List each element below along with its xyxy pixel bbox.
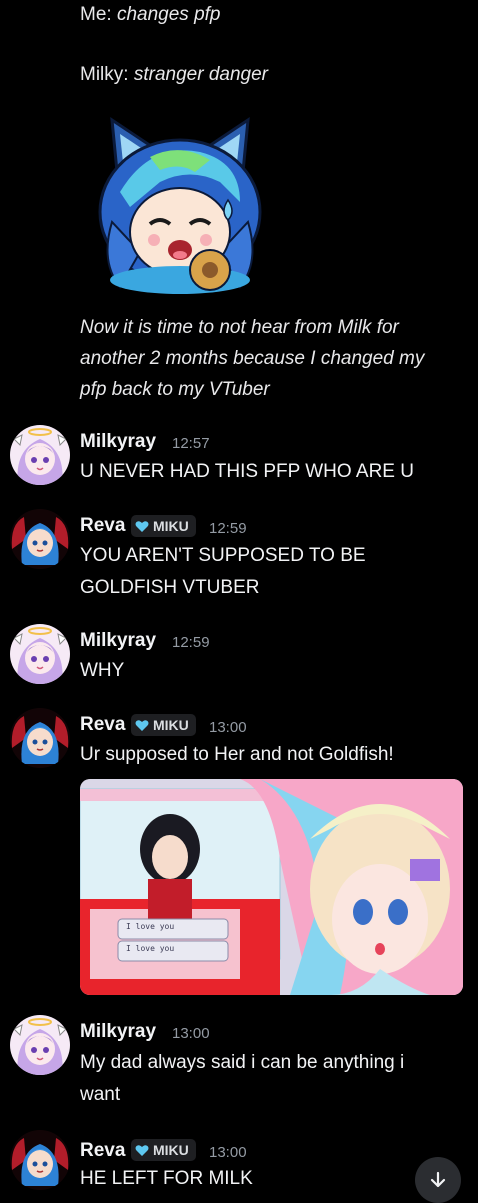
message-text: Ur supposed to Her and not Goldfish! (80, 744, 394, 765)
message-author[interactable]: Reva (80, 515, 125, 537)
milkyray-avatar (10, 425, 70, 485)
anime-artwork (80, 779, 463, 995)
reva-avatar (10, 1130, 70, 1190)
message-text: YOU AREN'T SUPPOSED TO BE (80, 545, 366, 566)
milkyray-avatar (10, 624, 70, 684)
avatar[interactable] (10, 509, 70, 569)
message-author[interactable]: Milkyray (80, 431, 156, 453)
message-author[interactable]: Milkyray (80, 1021, 156, 1043)
avatar[interactable] (10, 1015, 70, 1075)
chat-bubble: I love you (126, 944, 175, 953)
heart-icon (135, 520, 149, 532)
message-timestamp: 12:59 (209, 520, 247, 537)
note-line-3: pfp back to my VTuber (80, 379, 270, 400)
avatar[interactable] (10, 708, 70, 768)
note-line-2: another 2 months because I changed my (80, 348, 425, 369)
avatar[interactable] (10, 624, 70, 684)
role-badge[interactable]: MIKU (131, 515, 196, 537)
message-timestamp: 12:59 (172, 634, 210, 651)
cat-vtuber-sticker (98, 116, 262, 294)
heart-icon (135, 719, 149, 731)
chat-bubble: I love you (126, 922, 175, 931)
message-text: GOLDFISH VTUBER (80, 577, 260, 598)
image-attachment[interactable]: I love you I love you (80, 779, 463, 995)
message-timestamp: 12:57 (172, 435, 210, 452)
arrow-down-icon (430, 1171, 446, 1188)
message-author[interactable]: Reva (80, 714, 125, 736)
milkyray-avatar (10, 1015, 70, 1075)
role-badge[interactable]: MIKU (131, 714, 196, 736)
intro-line-1: Me: changes pfp (80, 4, 221, 25)
message-timestamp: 13:00 (209, 1144, 247, 1161)
jump-to-latest-button[interactable] (415, 1157, 461, 1203)
message-text: want (80, 1084, 121, 1105)
message-text: My dad always said i can be anything i (80, 1052, 405, 1073)
message-author[interactable]: Milkyray (80, 630, 156, 652)
message-text: U NEVER HAD THIS PFP WHO ARE U (80, 461, 414, 482)
reva-avatar (10, 509, 70, 569)
avatar[interactable] (10, 425, 70, 485)
message-timestamp: 13:00 (172, 1025, 210, 1042)
avatar[interactable] (10, 1130, 70, 1190)
reva-avatar (10, 708, 70, 768)
message-timestamp: 13:00 (209, 719, 247, 736)
intro-line-2: Milky: stranger danger (80, 64, 268, 85)
message-author[interactable]: Reva (80, 1140, 125, 1162)
message-text: WHY (80, 660, 125, 681)
note-line-1: Now it is time to not hear from Milk for (80, 317, 399, 338)
heart-icon (135, 1144, 149, 1156)
message-text: HE LEFT FOR MILK (80, 1168, 253, 1189)
role-badge[interactable]: MIKU (131, 1139, 196, 1161)
